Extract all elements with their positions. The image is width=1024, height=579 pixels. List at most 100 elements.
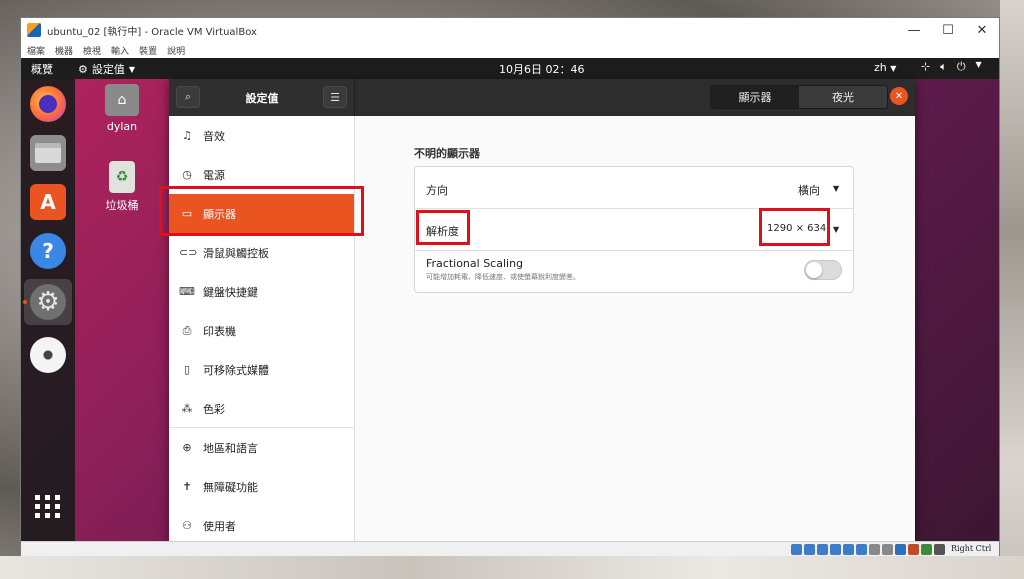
host-desktop-background bbox=[1000, 0, 1024, 579]
show-applications-icon[interactable] bbox=[30, 488, 66, 524]
files-icon[interactable] bbox=[30, 135, 66, 171]
sidebar-item-color[interactable]: ⁂ 色彩 bbox=[169, 389, 354, 428]
highlight-box-resolution-value bbox=[759, 208, 830, 246]
sidebar-item-printers[interactable]: ⎙ 印表機 bbox=[169, 311, 354, 350]
settings-content-header: 顯示器 夜光 — ▫ bbox=[355, 79, 915, 116]
window-close-button[interactable]: ✕ bbox=[890, 87, 908, 105]
desktop-trash[interactable]: ♻ 垃圾桶 bbox=[97, 161, 147, 213]
minimize-button[interactable]: — bbox=[897, 18, 931, 42]
sidebar-item-removable-media[interactable]: ▯ 可移除式媒體 bbox=[169, 350, 354, 389]
ubuntu-topbar: 概覽 ⚙ 設定值 ▼ 10月6日 02：46 zh ▼ ⊹ 🔈︎ ⏻ ▼ bbox=[21, 58, 999, 79]
highlight-box-resolution-label bbox=[416, 210, 470, 245]
menu-view[interactable]: 檢視 bbox=[83, 44, 101, 57]
removable-media-icon: ▯ bbox=[183, 363, 191, 376]
app-menu[interactable]: ⚙ 設定值 ▼ bbox=[78, 61, 135, 77]
running-indicator bbox=[23, 300, 27, 304]
status-device-icons bbox=[791, 544, 945, 555]
keyboard-status-icon[interactable] bbox=[934, 544, 945, 555]
sidebar-item-label: 無障礙功能 bbox=[203, 480, 258, 494]
software-store-icon[interactable]: A bbox=[30, 184, 66, 220]
gear-icon: ⚙ bbox=[78, 62, 88, 76]
virtualbox-title: ubuntu_02 [執行中] - Oracle VM VirtualBox bbox=[47, 26, 257, 38]
settings-title: 設定值 bbox=[245, 92, 279, 105]
display-status-icon[interactable] bbox=[869, 544, 880, 555]
music-note-icon: ♫ bbox=[182, 129, 192, 142]
close-button[interactable]: ✕ bbox=[965, 18, 999, 42]
sidebar-item-accessibility[interactable]: ✝ 無障礙功能 bbox=[169, 467, 354, 506]
audio-status-icon[interactable] bbox=[817, 544, 828, 555]
menu-devices[interactable]: 裝置 bbox=[139, 44, 157, 57]
globe-icon: ⊕ bbox=[182, 441, 192, 454]
search-icon: ⌕ bbox=[184, 90, 192, 103]
virtualbox-titlebar: ubuntu_02 [執行中] - Oracle VM VirtualBox —… bbox=[21, 18, 999, 42]
settings-icon[interactable]: ⚙ bbox=[30, 284, 66, 320]
clock[interactable]: 10月6日 02：46 bbox=[499, 61, 585, 77]
host-desktop-background-bottom bbox=[0, 556, 1024, 579]
fractional-scaling-description: 可能增加耗電、降低速度、或使螢幕銳利度變差。 bbox=[426, 273, 580, 281]
sidebar-item-mouse-touchpad[interactable]: ⊂⊃ 滑鼠與觸控板 bbox=[169, 233, 354, 272]
activities-button[interactable]: 概覽 bbox=[31, 61, 53, 77]
desktop-home-label: dylan bbox=[106, 120, 138, 133]
tab-displays[interactable]: 顯示器 bbox=[711, 86, 799, 108]
trash-icon: ♻ bbox=[109, 161, 135, 193]
sidebar-item-label: 電源 bbox=[203, 168, 225, 182]
optical-status-icon[interactable] bbox=[804, 544, 815, 555]
settings-window: ⌕ 設定值 ☰ 顯示器 夜光 — ▫ ✕ ♫ 音效 bbox=[169, 79, 915, 541]
orientation-row[interactable]: 方向 橫向 ▼ bbox=[415, 167, 853, 209]
sidebar-item-label: 鍵盤快捷鍵 bbox=[203, 285, 258, 299]
tab-night-light[interactable]: 夜光 bbox=[799, 86, 887, 108]
search-button[interactable]: ⌕ bbox=[176, 86, 200, 108]
settings-sidebar: ♫ 音效 ◷ 電源 ▭ 顯示器 ⊂⊃ 滑鼠與觸控板 ⌨ 鍵盤快捷鍵 ⎙ 印表機 … bbox=[169, 116, 355, 541]
settings-sidebar-header: ⌕ 設定值 ☰ bbox=[169, 79, 355, 116]
color-icon: ⁂ bbox=[181, 402, 193, 415]
optical-disc-icon[interactable] bbox=[30, 337, 66, 373]
fractional-scaling-toggle[interactable] bbox=[804, 260, 842, 280]
virtualbox-logo-icon bbox=[27, 23, 41, 37]
network-status-icon[interactable] bbox=[830, 544, 841, 555]
sidebar-item-label: 地區和語言 bbox=[203, 441, 258, 455]
desktop-home-folder[interactable]: ⌂ dylan bbox=[97, 84, 147, 133]
input-method-label: zh bbox=[874, 61, 887, 74]
volume-icon: 🔈︎ bbox=[940, 60, 947, 73]
mouse-icon: ⊂⊃ bbox=[179, 246, 198, 259]
sidebar-item-label: 可移除式媒體 bbox=[203, 363, 269, 377]
sidebar-item-sound[interactable]: ♫ 音效 bbox=[169, 116, 354, 155]
maximize-button[interactable]: ☐ bbox=[931, 18, 965, 42]
guest-screen: 概覽 ⚙ 設定值 ▼ 10月6日 02：46 zh ▼ ⊹ 🔈︎ ⏻ ▼ A ?… bbox=[21, 58, 999, 541]
orientation-label: 方向 bbox=[426, 184, 448, 197]
desktop-trash-label: 垃圾桶 bbox=[105, 199, 139, 212]
section-title: 不明的顯示器 bbox=[414, 147, 480, 160]
sidebar-item-label: 色彩 bbox=[203, 402, 225, 416]
input-method-indicator[interactable]: zh ▼ bbox=[874, 61, 896, 74]
hdd-status-icon[interactable] bbox=[791, 544, 802, 555]
firefox-icon[interactable] bbox=[30, 86, 66, 122]
mouse-integration-status-icon[interactable] bbox=[921, 544, 932, 555]
sidebar-item-keyboard-shortcuts[interactable]: ⌨ 鍵盤快捷鍵 bbox=[169, 272, 354, 311]
accessibility-icon: ✝ bbox=[182, 480, 192, 493]
sidebar-item-users[interactable]: ⚇ 使用者 bbox=[169, 506, 354, 541]
sidebar-item-region-language[interactable]: ⊕ 地區和語言 bbox=[169, 428, 354, 467]
virtualbox-statusbar: Right Ctrl bbox=[21, 541, 999, 556]
sidebar-item-label: 印表機 bbox=[203, 324, 236, 338]
hamburger-icon: ☰ bbox=[330, 90, 340, 104]
shared-folder-status-icon[interactable] bbox=[856, 544, 867, 555]
help-icon[interactable]: ? bbox=[30, 233, 66, 269]
users-icon: ⚇ bbox=[182, 519, 192, 532]
usb-status-icon[interactable] bbox=[843, 544, 854, 555]
highlight-box-displays bbox=[159, 186, 364, 236]
printer-icon: ⎙ bbox=[182, 323, 192, 337]
caret-down-icon: ▼ bbox=[833, 184, 840, 193]
recording-status-icon[interactable] bbox=[882, 544, 893, 555]
virtualization-status-icon[interactable] bbox=[908, 544, 919, 555]
caret-down-icon: ▼ bbox=[890, 64, 897, 73]
home-folder-icon: ⌂ bbox=[105, 84, 139, 116]
cpu-status-icon[interactable] bbox=[895, 544, 906, 555]
menu-machine[interactable]: 機器 bbox=[55, 44, 73, 57]
fractional-scaling-label: Fractional Scaling bbox=[426, 257, 524, 270]
fractional-scaling-row: Fractional Scaling 可能增加耗電、降低速度、或使螢幕銳利度變差… bbox=[415, 251, 853, 293]
menu-help[interactable]: 說明 bbox=[167, 44, 185, 57]
system-tray[interactable]: ⊹ 🔈︎ ⏻ ▼ bbox=[921, 60, 982, 74]
menu-input[interactable]: 輸入 bbox=[111, 44, 129, 57]
menu-button[interactable]: ☰ bbox=[323, 86, 347, 108]
menu-file[interactable]: 檔案 bbox=[27, 44, 45, 57]
